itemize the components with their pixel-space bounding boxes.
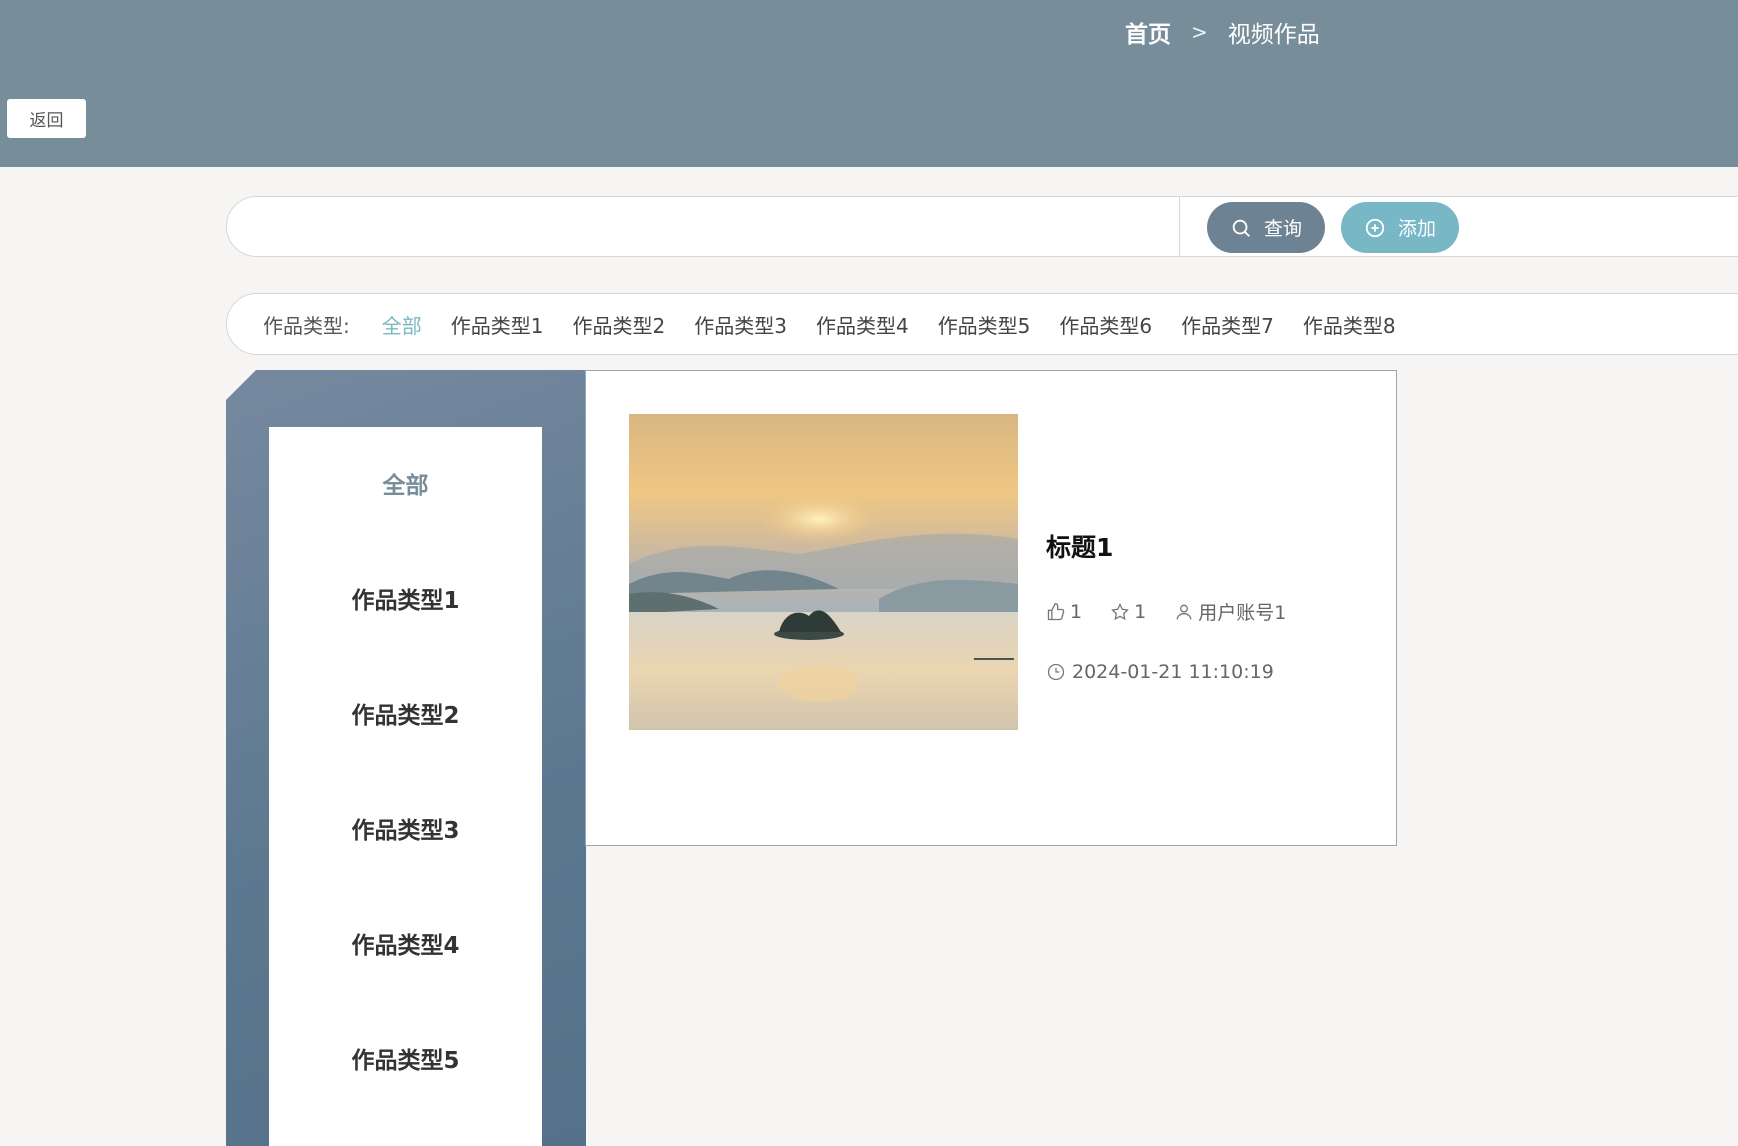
- breadcrumb-current: 视频作品: [1227, 22, 1320, 48]
- sidebar-item-type3[interactable]: 作品类型3: [269, 806, 542, 856]
- sidebar-item-all[interactable]: 全部: [269, 461, 542, 511]
- filter-item-type8[interactable]: 作品类型8: [1303, 310, 1396, 339]
- breadcrumb-separator: >: [1191, 20, 1208, 44]
- header-banner: 首页 > 视频作品 返回: [0, 0, 1738, 167]
- plus-circle-icon: [1365, 218, 1385, 237]
- card-time-row: 2024-01-21 11:10:19: [1046, 661, 1274, 683]
- likes-count[interactable]: 1: [1046, 601, 1082, 623]
- user-icon: [1176, 604, 1192, 620]
- back-button[interactable]: 返回: [7, 99, 86, 138]
- clock-icon: [1047, 663, 1065, 681]
- video-thumbnail[interactable]: [629, 414, 1018, 730]
- content-area: 标题1 1 1 用户账号1 2024-01-21 11:10:19: [585, 370, 1397, 846]
- sidebar-item-type1[interactable]: 作品类型1: [269, 576, 542, 626]
- filter-item-type7[interactable]: 作品类型7: [1181, 310, 1274, 339]
- favorites-value: 1: [1134, 600, 1147, 623]
- filter-label: 作品类型:: [263, 313, 350, 338]
- card-title[interactable]: 标题1: [1046, 528, 1113, 564]
- publish-time: 2024-01-21 11:10:19: [1072, 661, 1274, 683]
- star-icon: [1111, 602, 1130, 620]
- favorites-count[interactable]: 1: [1110, 601, 1146, 623]
- filter-item-type2[interactable]: 作品类型2: [572, 310, 665, 339]
- sidebar-item-type4[interactable]: 作品类型4: [269, 921, 542, 971]
- sidebar-item-type5[interactable]: 作品类型5: [269, 1036, 542, 1086]
- filter-item-type1[interactable]: 作品类型1: [451, 310, 544, 339]
- breadcrumb: 首页 > 视频作品: [1125, 14, 1320, 50]
- sidebar-item-type2[interactable]: 作品类型2: [269, 691, 542, 741]
- search-icon: [1232, 219, 1250, 237]
- query-button[interactable]: 查询: [1207, 202, 1325, 253]
- title-search-input[interactable]: [247, 205, 1259, 251]
- thumbs-up-icon: [1047, 602, 1065, 620]
- filter-item-type3[interactable]: 作品类型3: [694, 310, 787, 339]
- add-button[interactable]: 添加: [1341, 202, 1459, 253]
- sidebar-category-list: 全部 作品类型1 作品类型2 作品类型3 作品类型4 作品类型5: [269, 427, 542, 1146]
- add-button-label: 添加: [1397, 218, 1436, 240]
- filter-item-type4[interactable]: 作品类型4: [816, 310, 909, 339]
- card-meta-row: 1 1 用户账号1: [1046, 598, 1286, 625]
- landscape-thumbnail-image: [629, 414, 1018, 730]
- filter-item-all[interactable]: 全部: [382, 310, 422, 339]
- search-divider: [1179, 197, 1180, 256]
- category-filter-row: 作品类型: 全部 作品类型1 作品类型2 作品类型3 作品类型4 作品类型5 作…: [226, 293, 1738, 355]
- filter-item-type6[interactable]: 作品类型6: [1059, 310, 1152, 339]
- breadcrumb-home[interactable]: 首页: [1125, 15, 1171, 49]
- author-info: 用户账号1: [1174, 598, 1286, 625]
- query-button-label: 查询: [1263, 218, 1302, 240]
- search-bar: 查询 添加: [226, 196, 1738, 257]
- likes-value: 1: [1070, 600, 1083, 623]
- filter-item-type5[interactable]: 作品类型5: [938, 310, 1031, 339]
- author-name: 用户账号1: [1198, 602, 1287, 624]
